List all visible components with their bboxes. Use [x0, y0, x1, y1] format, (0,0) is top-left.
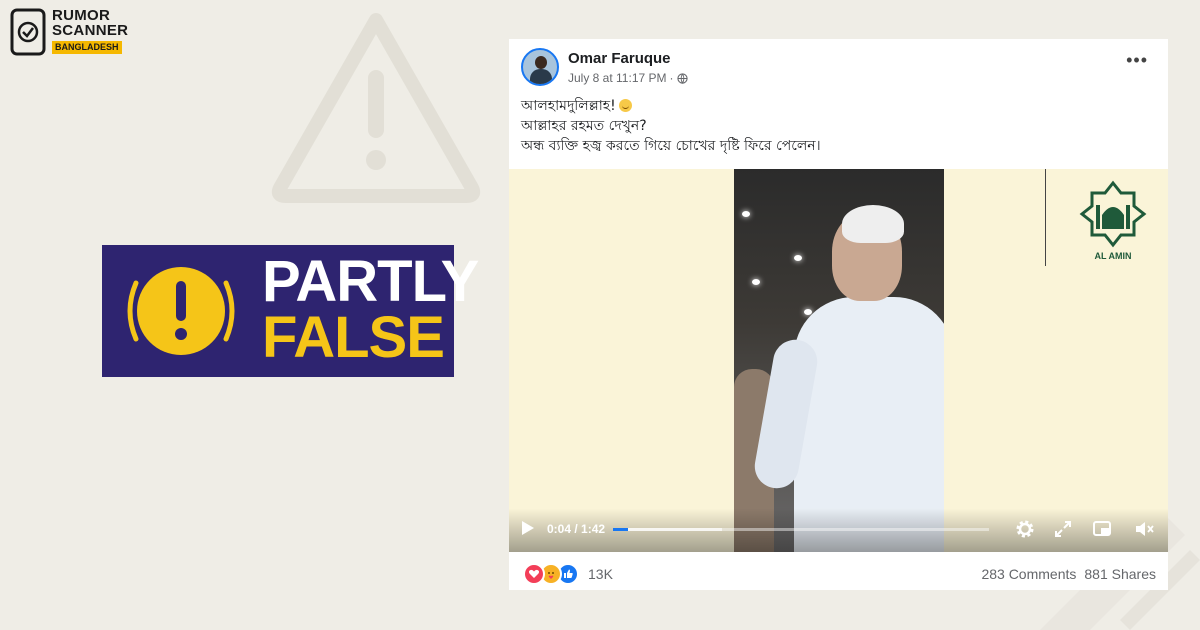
- video-player[interactable]: AL AMIN 0:04 / 1:42: [509, 169, 1168, 552]
- engagement-stats: 283 Comments 881 Shares: [981, 566, 1156, 582]
- logo-line-3: BANGLADESH: [52, 41, 122, 54]
- watermark-divider: [1045, 169, 1046, 266]
- verdict-badge: PARTLY FALSE: [102, 245, 479, 377]
- rumor-scanner-logo: RUMOR SCANNER BANGLADESH: [10, 8, 128, 56]
- love-reaction-icon: [523, 563, 545, 585]
- verdict-line-2: FALSE: [262, 305, 445, 370]
- smile-emoji-icon: [618, 99, 632, 112]
- warning-watermark-icon: [271, 13, 481, 203]
- phone-check-icon: [10, 8, 46, 56]
- post-meta: July 8 at 11:17 PM ·: [568, 71, 688, 85]
- video-progress-fill: [613, 528, 628, 531]
- avatar[interactable]: [521, 48, 559, 86]
- video-time: 0:04 / 1:42: [547, 522, 606, 536]
- facebook-post-card: Omar Faruque July 8 at 11:17 PM · ••• আল…: [509, 39, 1168, 590]
- meta-separator: ·: [669, 71, 674, 85]
- post-author-name[interactable]: Omar Faruque: [568, 50, 671, 67]
- post-timestamp[interactable]: July 8 at 11:17 PM: [568, 71, 667, 85]
- post-text-line-2: আল্লাহর রহমত দেখুন?: [521, 118, 647, 134]
- globe-icon: [676, 72, 688, 84]
- watermark-text: AL AMIN: [1095, 251, 1132, 261]
- post-text-line-3: অন্ধ ব্যক্তি হজ্ব করতে গিয়ে চোখের দৃষ্ট…: [521, 138, 821, 154]
- logo-line-1: RUMOR: [52, 7, 111, 24]
- play-icon[interactable]: [522, 521, 534, 535]
- shares-link[interactable]: 881 Shares: [1084, 566, 1156, 582]
- reaction-count: 13K: [588, 566, 613, 582]
- logo-line-2: SCANNER: [52, 22, 129, 39]
- post-text: আলহামদুলিল্লাহ! আল্লাহর রহমত দেখুন? অন্ধ…: [521, 96, 821, 156]
- reactions-summary[interactable]: 13K: [523, 563, 613, 585]
- post-text-line-1: আলহামদুলিল্লাহ!: [521, 98, 616, 114]
- exclamation-icon: [127, 267, 235, 355]
- volume-icon[interactable]: [1133, 518, 1155, 540]
- fullscreen-icon[interactable]: [1052, 518, 1074, 540]
- video-frame: [734, 169, 944, 552]
- comments-link[interactable]: 283 Comments: [981, 566, 1076, 582]
- settings-icon[interactable]: [1014, 518, 1036, 540]
- verdict-line-1: PARTLY: [262, 249, 479, 314]
- mosque-watermark-logo: AL AMIN: [1079, 180, 1147, 261]
- video-progress-bar[interactable]: [613, 528, 989, 531]
- video-controls: 0:04 / 1:42: [509, 508, 1168, 552]
- video-buffer: [613, 528, 723, 531]
- more-options-icon[interactable]: •••: [1126, 51, 1148, 69]
- picture-in-picture-icon[interactable]: [1091, 518, 1113, 540]
